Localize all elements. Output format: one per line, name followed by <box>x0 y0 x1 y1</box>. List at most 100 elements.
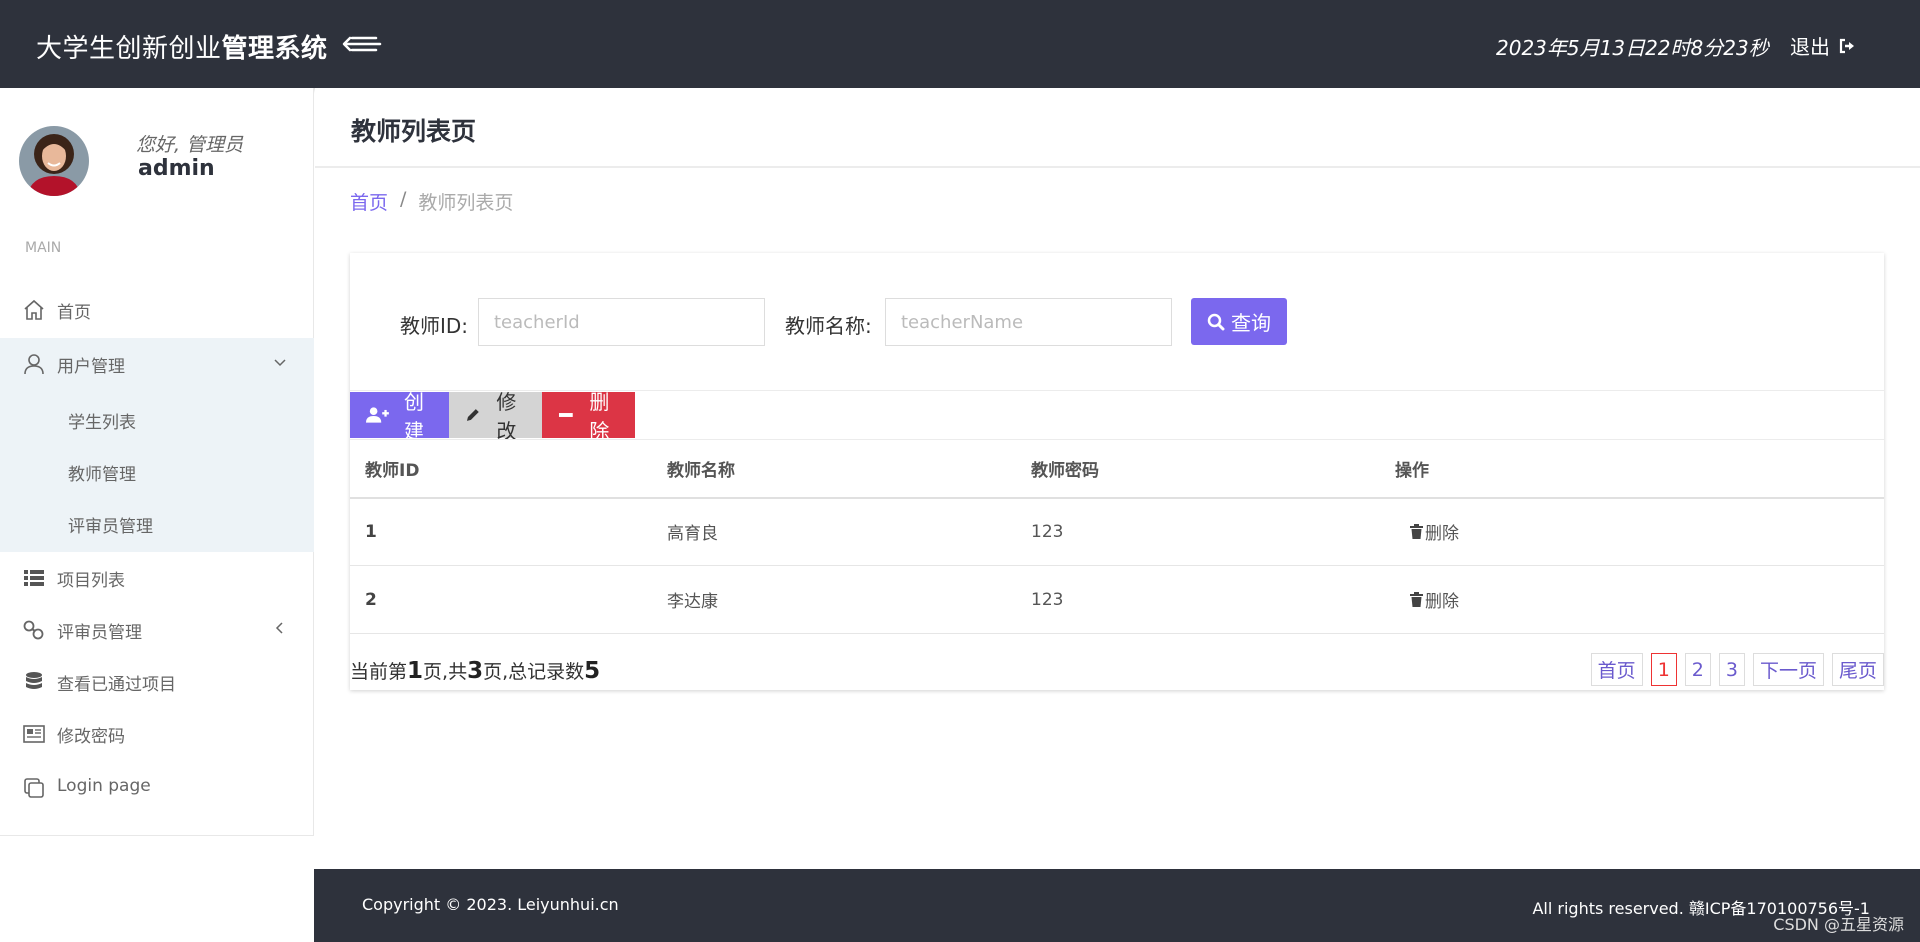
teacher-id-input[interactable] <box>478 298 765 346</box>
copy-icon <box>24 778 44 798</box>
page-title: 教师列表页 <box>351 117 477 146</box>
database-icon <box>26 672 42 689</box>
pagination-text: 页,总记录数 <box>483 661 585 683</box>
teacher-name-label: 教师名称: <box>785 314 872 338</box>
pagination-text: 当前第 <box>350 661 408 683</box>
breadcrumb-home-link[interactable]: 首页 <box>350 188 388 215</box>
avatar <box>19 126 89 196</box>
footer-copyright: Copyright © 2023. Leiyunhui.cn <box>362 895 619 914</box>
nav-section-label: MAIN <box>25 240 62 256</box>
sidebar-subitem-label: 教师管理 <box>68 465 136 485</box>
create-button-label: 创建 <box>403 390 424 443</box>
pencil-icon <box>466 409 479 421</box>
datetime-display: 2023年5月13日22时8分23秒 <box>1496 36 1769 60</box>
cell-teacher-password: 123 <box>1016 565 1380 634</box>
minus-icon <box>558 413 573 417</box>
sidebar-item-user-management[interactable]: 用户管理 <box>0 338 314 390</box>
page-link-3[interactable]: 3 <box>1718 653 1745 686</box>
create-button[interactable]: 创建 <box>350 390 449 443</box>
sidebar-toggle-icon[interactable] <box>336 30 382 58</box>
table-header-row: 教师ID 教师名称 教师密码 操作 <box>350 439 1884 499</box>
list-icon <box>24 570 44 586</box>
chevron-down-icon <box>274 359 286 367</box>
page-next-link[interactable]: 下一页 <box>1752 653 1824 686</box>
sidebar-item-label: 修改密码 <box>57 727 125 747</box>
username: admin <box>138 156 215 181</box>
page-first-link[interactable]: 首页 <box>1590 653 1643 686</box>
delete-button-label: 删除 <box>589 390 610 443</box>
newspaper-icon <box>23 725 45 743</box>
query-button[interactable]: 查询 <box>1191 298 1287 345</box>
sidebar-subitem-label: 评审员管理 <box>68 517 153 537</box>
delete-button[interactable]: 删除 <box>542 390 635 443</box>
teacher-name-input[interactable] <box>885 298 1172 346</box>
page-last-link[interactable]: 尾页 <box>1831 653 1884 686</box>
page-link-1[interactable]: 1 <box>1650 653 1677 686</box>
sidebar-subitem-teachers[interactable]: 教师管理 <box>0 446 314 496</box>
user-plus-icon <box>366 407 389 423</box>
table-row: 2 李达康 123 删除 <box>350 565 1884 634</box>
sidebar-item-approved-projects[interactable]: 查看已通过项目 <box>0 656 314 708</box>
app-title-prefix: 大学生创新创业 <box>36 34 222 64</box>
user-icon <box>24 354 44 375</box>
row-delete-label: 删除 <box>1425 592 1459 612</box>
home-icon <box>24 299 44 320</box>
breadcrumb-separator: / <box>400 188 407 210</box>
cell-teacher-name: 李达康 <box>652 565 1016 634</box>
sidebar-item-home[interactable]: 首页 <box>0 284 314 336</box>
teacher-list-card: 教师ID: 教师名称: 查询 创建 修改 删除 教师ID 教师名称 教师密码 <box>350 253 1884 690</box>
chevron-left-icon <box>275 622 283 634</box>
pagination: 首页 1 2 3 下一页 尾页 <box>1590 653 1884 686</box>
sidebar-subitem-students[interactable]: 学生列表 <box>0 394 314 444</box>
user-panel: 您好, 管理员 admin <box>0 88 314 234</box>
column-header-teacher-password: 教师密码 <box>1016 439 1380 499</box>
current-page-number: 1 <box>407 658 424 684</box>
link-icon <box>23 620 44 640</box>
teacher-table: 教师ID 教师名称 教师密码 操作 1 高育良 123 删除 2 李达康 123… <box>350 439 1884 634</box>
search-form: 教师ID: 教师名称: 查询 <box>350 253 1884 391</box>
app-title: 大学生创新创业管理系统 <box>36 28 328 65</box>
trash-icon <box>1410 524 1423 540</box>
sidebar-item-change-password[interactable]: 修改密码 <box>0 708 314 760</box>
app-title-bold: 管理系统 <box>221 34 328 64</box>
logout-button[interactable]: 退出 <box>1790 31 1856 60</box>
action-toolbar: 创建 修改 删除 <box>350 390 635 443</box>
greeting-text: 您好, 管理员 <box>136 134 244 156</box>
sidebar-subitem-reviewers[interactable]: 评审员管理 <box>0 498 314 548</box>
page-link-2[interactable]: 2 <box>1684 653 1711 686</box>
search-icon <box>1207 313 1225 330</box>
footer: Copyright © 2023. Leiyunhui.cn All right… <box>314 869 1920 942</box>
sidebar-item-label: 首页 <box>57 303 91 323</box>
cell-teacher-id: 2 <box>350 565 652 634</box>
cell-teacher-id: 1 <box>350 497 652 566</box>
sidebar-item-label: 评审员管理 <box>57 623 142 643</box>
total-records-number: 5 <box>584 658 601 684</box>
sidebar: 您好, 管理员 admin MAIN 首页 用户管理 学生列表 教师管理 评审员… <box>0 88 314 836</box>
watermark-text: CSDN @五星资源 <box>1773 915 1904 934</box>
sidebar-item-projects[interactable]: 项目列表 <box>0 552 314 604</box>
cell-actions: 删除 <box>1380 565 1884 634</box>
table-row: 1 高育良 123 删除 <box>350 497 1884 566</box>
page-header: 教师列表页 <box>315 88 1920 168</box>
edit-button[interactable]: 修改 <box>449 390 542 443</box>
breadcrumb: 首页 / 教师列表页 <box>350 188 513 215</box>
sidebar-item-login-page[interactable]: Login page <box>0 762 314 814</box>
row-delete-label: 删除 <box>1425 524 1459 545</box>
column-header-actions: 操作 <box>1380 439 1884 499</box>
column-header-teacher-name: 教师名称 <box>652 439 1016 499</box>
row-delete-link[interactable]: 删除 <box>1410 519 1459 544</box>
cell-teacher-name: 高育良 <box>652 497 1016 566</box>
breadcrumb-current: 教师列表页 <box>418 192 514 214</box>
total-pages-number: 3 <box>467 658 484 684</box>
logout-label: 退出 <box>1790 35 1830 59</box>
row-delete-link[interactable]: 删除 <box>1410 587 1459 612</box>
sidebar-item-label: 用户管理 <box>57 357 125 377</box>
sidebar-item-label: Login page <box>57 776 151 796</box>
cell-actions: 删除 <box>1380 497 1884 566</box>
pagination-info: 当前第1页,共3页,总记录数5 <box>350 657 600 684</box>
sidebar-item-reviewer-management[interactable]: 评审员管理 <box>0 604 314 656</box>
sidebar-item-label: 查看已通过项目 <box>57 675 176 695</box>
edit-button-label: 修改 <box>496 390 517 443</box>
sidebar-item-label: 项目列表 <box>57 571 125 591</box>
sidebar-subitem-label: 学生列表 <box>68 413 136 433</box>
